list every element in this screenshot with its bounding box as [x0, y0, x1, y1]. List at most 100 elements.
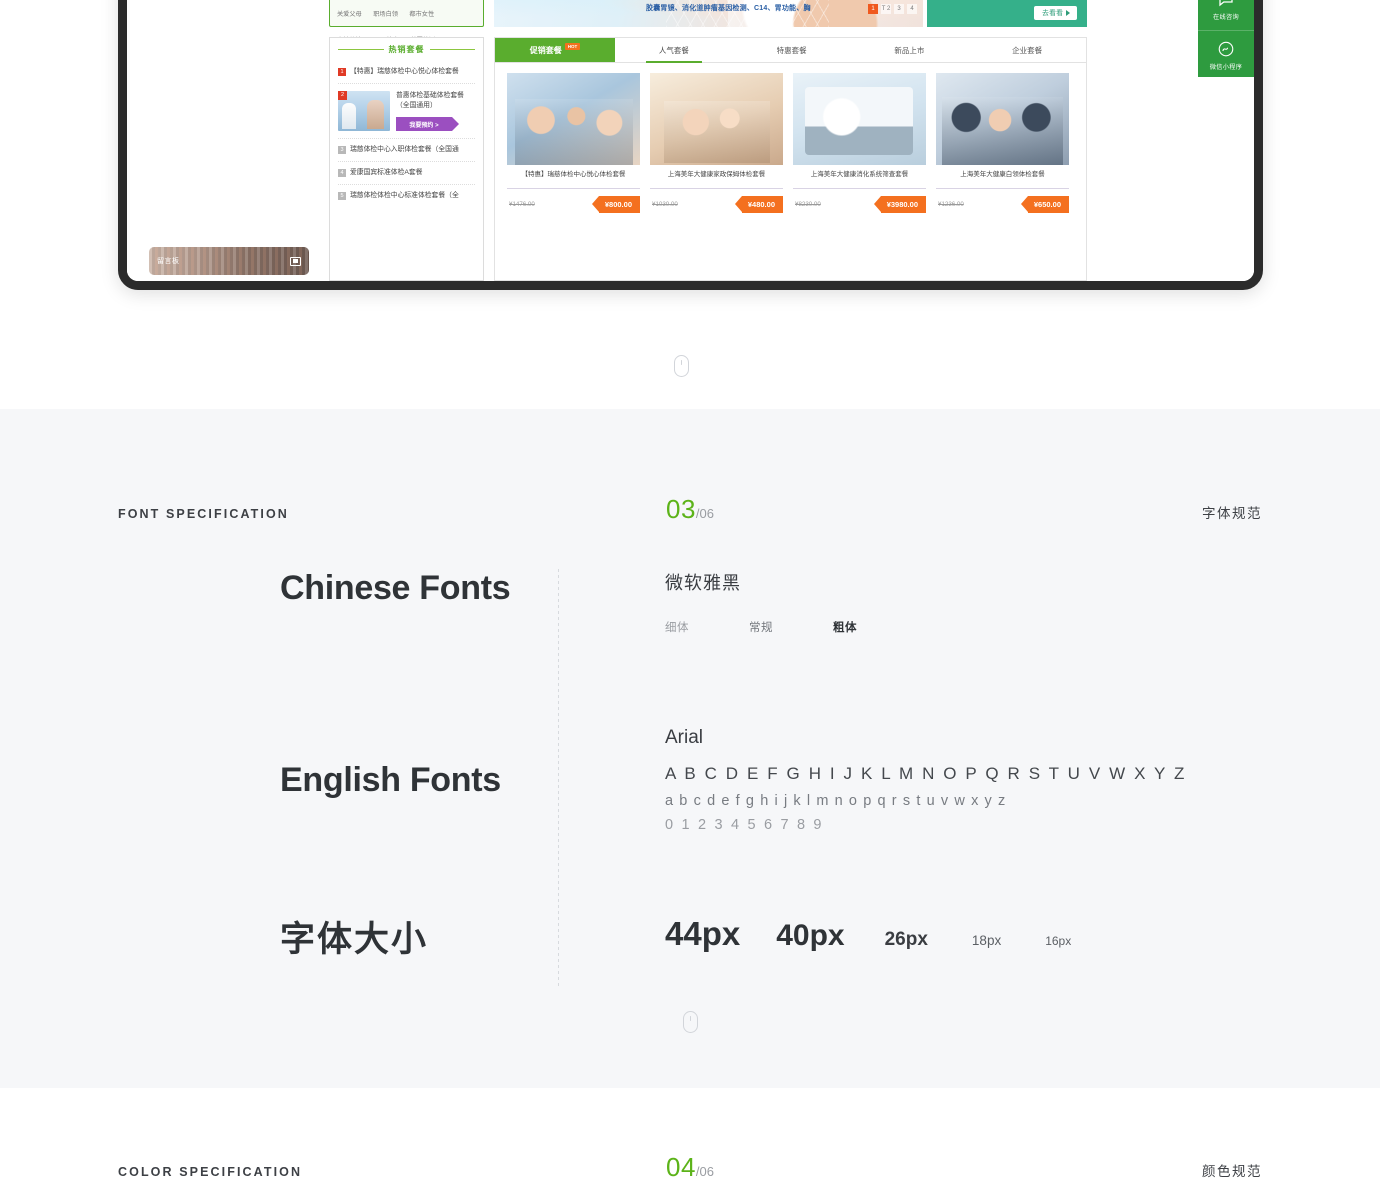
section-total: /06 — [695, 506, 714, 521]
list-item[interactable]: 3 瑞慈体检中心入职体检套餐（全国通 — [338, 139, 475, 163]
product-new-price: ¥480.00 — [734, 196, 783, 213]
font-sizes-body: 44px 40px 26px 18px 16px — [559, 911, 1262, 953]
color-section-header: COLOR SPECIFICATION 04/06 颜色规范 — [118, 1152, 1262, 1183]
sidebar-item-online-consult[interactable]: 在线咨询 — [1198, 0, 1254, 30]
font-weight-bold: 粗体 — [833, 622, 857, 634]
tab-discount-packages[interactable]: 特惠套餐 — [733, 38, 851, 62]
product-price-row: ¥1476.00 ¥800.00 — [507, 196, 640, 213]
section-page-number: 03/06 — [666, 494, 714, 525]
english-fonts-row: English Fonts Arial A B C D E F G H I J … — [118, 719, 1262, 869]
tab-promo-packages[interactable]: 促销套餐 HOT — [495, 38, 615, 62]
section-number: 04 — [666, 1152, 696, 1182]
list-item-label: 【特惠】瑞慈体检中心悦心体检套餐 — [350, 68, 459, 75]
rank-badge: 4 — [338, 169, 346, 178]
english-digits-sample: 0 1 2 3 4 5 6 7 8 9 — [665, 817, 824, 833]
tab-label: 企业套餐 — [1012, 45, 1043, 55]
banner-title: 上海美年大健康消化系统专项检查 — [506, 0, 686, 1]
chinese-fonts-label: Chinese Fonts — [280, 569, 511, 607]
font-size-sample-26: 26px — [884, 929, 928, 950]
product-image — [793, 73, 926, 165]
color-specification-section: COLOR SPECIFICATION 04/06 颜色规范 — [0, 1088, 1380, 1182]
product-card[interactable]: 上海美年大健康家政保姆体检套餐 ¥1030.00 ¥480.00 — [650, 73, 783, 270]
featured-package-title: 普惠体检基础体检套餐（全国通用） — [396, 91, 464, 110]
product-card[interactable]: 上海美年大健康消化系统筛查套餐 ¥8230.00 ¥3980.00 — [793, 73, 926, 270]
group-buy-promo-box[interactable]: 上海 北京 广州 深圳 成都 重庆 南京 杭州 武汉 天津... 美年大健康白领… — [927, 0, 1087, 27]
website-mockup-section: 按特色类别选购 关爱父母 职场白领 都市女性 高端体检 petct检查 基因检测 — [0, 0, 1380, 409]
sidebar-item-wechat-miniprogram[interactable]: 微信小程序 — [1198, 30, 1254, 80]
tab-enterprise-packages[interactable]: 企业套餐 — [968, 38, 1086, 62]
package-tabs-bar: 促销套餐 HOT 人气套餐 特惠套餐 新品上市 企业套餐 — [494, 37, 1087, 67]
product-new-price: ¥650.00 — [1020, 196, 1069, 213]
banner-pagination[interactable]: 1 T 2 3 4 — [868, 4, 917, 14]
product-image — [936, 73, 1069, 165]
category-tag[interactable]: 关爱父母 — [337, 11, 362, 18]
message-board-widget[interactable]: 留言板 — [149, 247, 309, 275]
device-screen: 按特色类别选购 关爱父母 职场白领 都市女性 高端体检 petct检查 基因检测 — [127, 0, 1254, 281]
hot-packages-title: 热销套餐 — [388, 45, 425, 54]
font-spec-rows: Chinese Fonts 微软雅黑 细体 常规 粗体 English Font… — [118, 569, 1262, 989]
product-old-price: ¥1476.00 — [509, 201, 535, 208]
product-price-row: ¥8230.00 ¥3980.00 — [793, 196, 926, 213]
divider-right — [429, 49, 475, 50]
category-tag[interactable]: 都市女性 — [409, 11, 434, 18]
banner-dot[interactable]: T 2 — [881, 4, 891, 14]
book-now-button[interactable]: 我要预约 > — [396, 117, 459, 132]
hot-packages-panel: 热销套餐 1 【特惠】瑞慈体检中心悦心体检套餐 2 普惠体检基础体检套餐（全国通… — [329, 37, 484, 281]
scroll-mouse-icon — [683, 1011, 698, 1033]
device-frame: 按特色类别选购 关爱父母 职场白领 都市女性 高端体检 petct检查 基因检测 — [118, 0, 1263, 290]
font-sizes-row: 字体大小 44px 40px 26px 18px 16px — [118, 869, 1262, 989]
banner-dot[interactable]: 3 — [894, 4, 904, 14]
list-item[interactable]: 5 瑞慈体检体检中心标准体检套餐（全 — [338, 185, 475, 207]
banner-subtitle: 胶囊胃镜、消化道肿瘤基因检测、C14、胃功能、胸 — [646, 5, 811, 12]
promo-view-button[interactable]: 去看看 — [1034, 6, 1077, 20]
chat-bubble-icon — [1217, 0, 1235, 8]
window-icon[interactable] — [290, 256, 301, 266]
font-section-header: FONT SPECIFICATION 03/06 字体规范 — [118, 494, 1262, 525]
featured-package[interactable]: 2 普惠体检基础体检套餐（全国通用） 我要预约 > — [338, 84, 475, 140]
tab-label: 人气套餐 — [658, 45, 689, 55]
featured-thumbnail-wrap: 2 — [338, 90, 390, 131]
category-tag[interactable]: 职场白领 — [373, 11, 398, 18]
banner-dot[interactable]: 4 — [907, 4, 917, 14]
product-old-price: ¥1030.00 — [652, 201, 678, 208]
product-title: 【特惠】瑞慈体检中心悦心体检套餐 — [507, 165, 640, 189]
list-item[interactable]: 4 爱康国宾标准体检A套餐 — [338, 162, 475, 185]
product-title: 上海美年大健康消化系统筛查套餐 — [793, 165, 926, 189]
promo-button-label: 去看看 — [1042, 10, 1063, 17]
promo-text: 美年大健康白领体检套餐团购 （全团购结束 — [935, 0, 1083, 2]
tab-popular-packages[interactable]: 人气套餐 — [615, 38, 733, 67]
english-font-name: Arial — [665, 727, 704, 748]
list-item[interactable]: 1 【特惠】瑞慈体检中心悦心体检套餐 — [338, 61, 475, 84]
hero-banner[interactable]: 上海美年大健康消化系统专项检查 原价8230元 现价3980元 胶囊胃镜、消化道… — [494, 0, 923, 27]
chinese-fonts-body: 微软雅黑 细体 常规 粗体 — [559, 569, 1262, 635]
banner-dot-active[interactable]: 1 — [868, 4, 878, 14]
list-item-label: 瑞慈体检中心入职体检套餐（全国通 — [350, 146, 459, 154]
english-uppercase-sample: A B C D E F G H I J K L M N O P Q R S T … — [665, 764, 1187, 783]
product-price-row: ¥1030.00 ¥480.00 — [650, 196, 783, 213]
english-lowercase-sample: a b c d e f g h i j k l m n o p q r s t … — [665, 793, 1007, 809]
section-title-cn: 颜色规范 — [1202, 1164, 1262, 1179]
product-card[interactable]: 上海美年大健康白领体检套餐 ¥1236.00 ¥650.00 — [936, 73, 1069, 270]
english-fonts-label-col: English Fonts — [118, 719, 558, 800]
category-selector-box[interactable]: 按特色类别选购 关爱父母 职场白领 都市女性 高端体检 petct检查 基因检测 — [329, 0, 484, 44]
rank-badge: 5 — [338, 191, 346, 200]
font-size-sample-44: 44px — [665, 915, 741, 952]
hot-badge: HOT — [564, 42, 581, 50]
message-board-label: 留言板 — [157, 258, 180, 265]
tab-label: 特惠套餐 — [776, 45, 807, 55]
section-title-en: FONT SPECIFICATION — [118, 507, 289, 521]
font-weight-thin: 细体 — [665, 622, 689, 634]
rank-badge: 3 — [338, 146, 346, 155]
product-card-grid: 【特惠】瑞慈体检中心悦心体检套餐 ¥1476.00 ¥800.00 上海美年大健… — [494, 63, 1087, 281]
font-sizes-label: 字体大小 — [280, 920, 429, 959]
tab-promo-label: 促销套餐 — [529, 45, 562, 55]
font-weight-regular: 常规 — [749, 622, 773, 634]
wechat-miniprogram-icon — [1217, 40, 1235, 58]
tab-new-arrivals[interactable]: 新品上市 — [851, 38, 969, 62]
product-card[interactable]: 【特惠】瑞慈体检中心悦心体检套餐 ¥1476.00 ¥800.00 — [507, 73, 640, 270]
product-title: 上海美年大健康家政保姆体检套餐 — [650, 165, 783, 189]
product-new-price: ¥800.00 — [591, 196, 640, 213]
font-size-sample-40: 40px — [776, 919, 845, 952]
font-sizes-label-col: 字体大小 — [118, 911, 558, 962]
list-item-label: 瑞慈体检体检中心标准体检套餐（全 — [350, 191, 459, 199]
